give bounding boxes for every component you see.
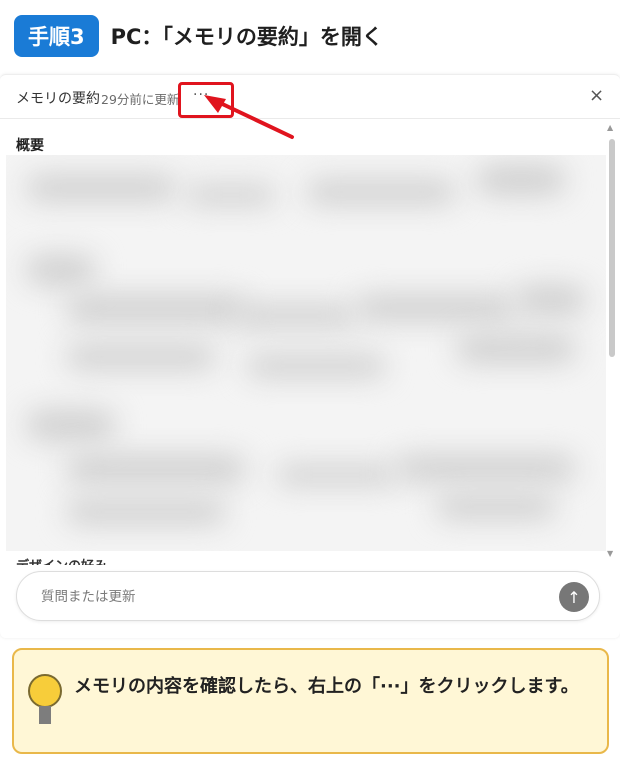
scrollbar[interactable]: ▲ ▼: [606, 119, 618, 565]
memory-summary-panel: メモリの要約 29分前に更新 ··· × 概要 デザインの好み ▲ ▼ ↑: [0, 74, 620, 638]
blurred-content: [6, 155, 606, 551]
updated-timestamp: 29分前に更新: [101, 92, 180, 107]
lightbulb-icon: [28, 674, 62, 728]
scroll-thumb[interactable]: [609, 139, 615, 357]
step-title: PC：「メモリの要約」を開く: [110, 25, 383, 49]
close-icon[interactable]: ×: [589, 85, 604, 106]
instruction-note: メモリの内容を確認したら、右上の「···」をクリックします。: [12, 648, 609, 754]
question-input-container: ↑: [16, 571, 600, 621]
arrow-up-icon[interactable]: ↑: [559, 582, 589, 612]
section-title-design: デザインの好み: [16, 555, 107, 565]
question-input[interactable]: [41, 585, 521, 609]
panel-header: メモリの要約 29分前に更新 ··· ×: [0, 75, 620, 119]
highlight-box: [178, 82, 234, 118]
step-badge: 手順3: [14, 15, 99, 57]
scroll-up-icon[interactable]: ▲: [607, 123, 613, 132]
panel-title: メモリの要約: [16, 91, 100, 107]
note-text: メモリの内容を確認したら、右上の「···」をクリックします。: [74, 676, 579, 697]
section-title-overview: 概要: [16, 138, 44, 154]
scroll-down-icon[interactable]: ▼: [607, 549, 613, 558]
step-header: 手順3 PC：「メモリの要約」を開く: [14, 14, 383, 58]
